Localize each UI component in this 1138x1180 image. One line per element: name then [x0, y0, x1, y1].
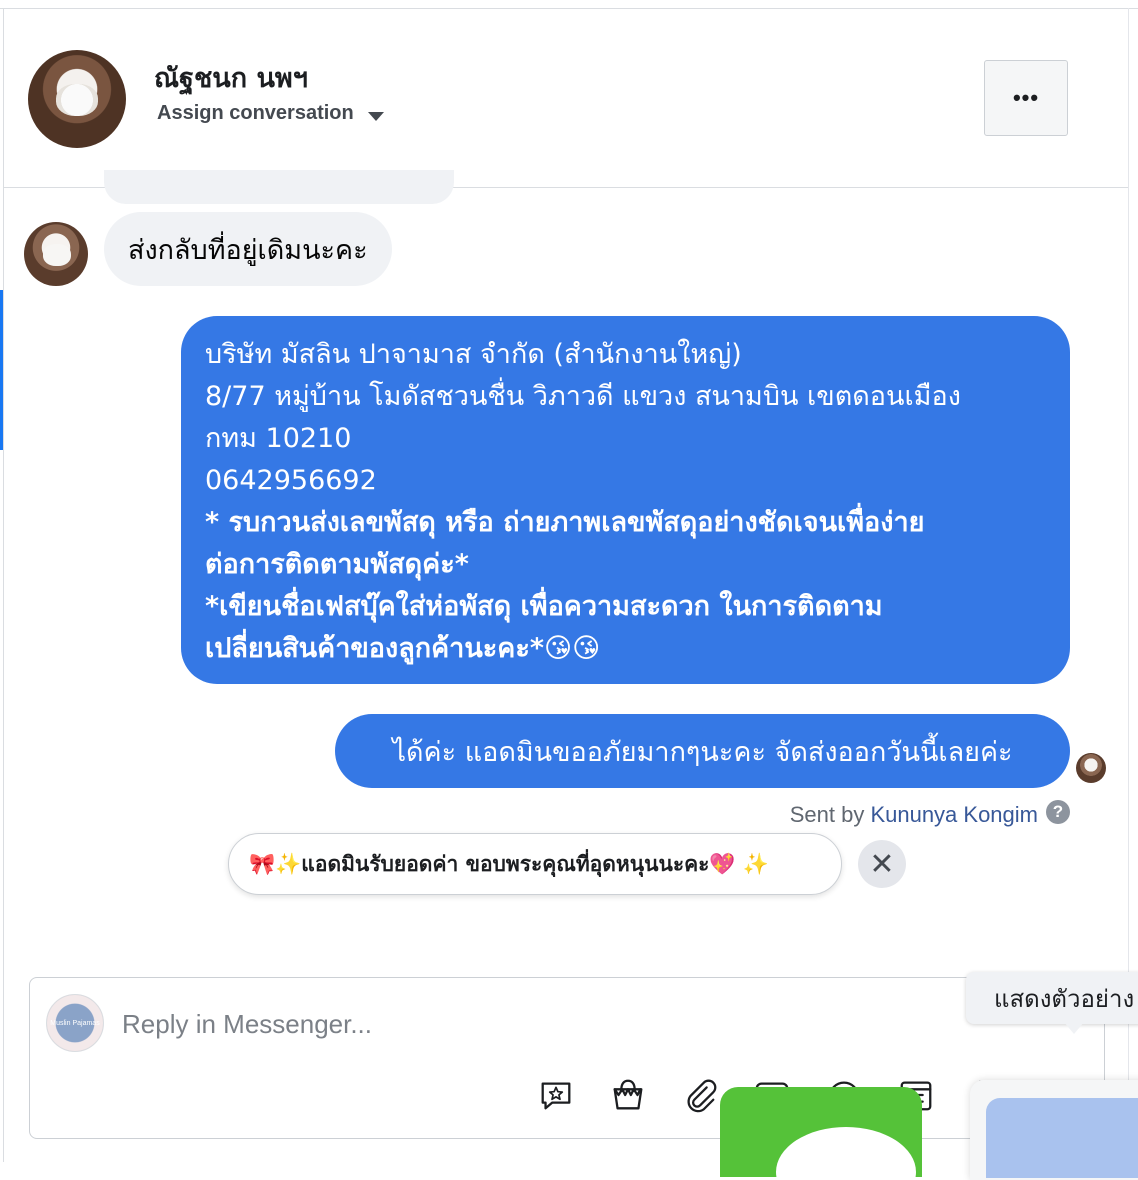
message-line: 8/77 หมู่บ้าน โมดัสชวนชื่น วิภาวดี แขวง …: [205, 381, 961, 412]
saved-reply-icon[interactable]: [536, 1073, 576, 1117]
message-line: * รบกวนส่งเลขพัสดุ หรือ ถ่ายภาพเลขพัสดุอ…: [205, 507, 925, 538]
attachment-icon[interactable]: [680, 1073, 720, 1117]
outgoing-message-bubble: บริษัท มัสลิน ปาจามาส จำกัด (สำนักงานใหญ…: [181, 316, 1070, 684]
active-accent-line: [0, 290, 3, 450]
sender-avatar: [24, 222, 88, 286]
reply-input[interactable]: [122, 1004, 822, 1044]
incoming-message-text: ส่งกลับที่อยู่เดิมนะคะ: [128, 234, 368, 266]
sent-by-name[interactable]: Kununya Kongim: [870, 802, 1038, 827]
message-line: *เขียนชื่อเฟสบุ๊คใส่ห่อพัสดุ เพื่อความสะ…: [205, 591, 883, 622]
close-icon[interactable]: ✕: [858, 840, 906, 888]
suggested-reply-text: 🎀✨แอดมินรับยอดค่า ขอบพระคุณที่อุดหนุนนะค…: [249, 851, 770, 876]
page-avatar: Muslin Pajamas: [46, 994, 104, 1052]
suggested-reply-chip[interactable]: 🎀✨แอดมินรับยอดค่า ขอบพระคุณที่อุดหนุนนะค…: [228, 833, 842, 895]
assign-conversation-label: Assign conversation: [157, 102, 354, 124]
outgoing-message-text: ได้ค่ะ แอดมินขออภัยมากๆนะคะ จัดส่งออกวัน…: [392, 736, 1013, 768]
conversation-header: ณัฐชนก นพฯ Assign conversation •••: [4, 9, 1128, 188]
incoming-message-bubble: ส่งกลับที่อยู่เดิมนะคะ: [104, 212, 392, 286]
shop-bag-icon[interactable]: [608, 1073, 648, 1117]
line-chat-widget[interactable]: [720, 1087, 922, 1177]
tooltip-text: แสดงตัวอย่าง: [994, 984, 1135, 1013]
message-line: 0642956692: [205, 465, 377, 496]
sent-by-prefix: Sent by: [789, 802, 871, 827]
message-line: ต่อการติดตามพัสดุค่ะ*: [205, 549, 469, 580]
message-line: บริษัท มัสลิน ปาจามาส จำกัด (สำนักงานใหญ…: [205, 339, 742, 370]
preview-tooltip: แสดงตัวอย่าง: [966, 972, 1138, 1024]
caret-down-icon: [367, 111, 384, 121]
contact-avatar[interactable]: [28, 50, 126, 148]
page-logo-text: Muslin Pajamas: [50, 1019, 100, 1027]
outgoing-message-bubble: ได้ค่ะ แอดมินขออภัยมากๆนะคะ จัดส่งออกวัน…: [335, 714, 1070, 788]
sent-by-label: Sent by Kununya Kongim: [790, 802, 1038, 828]
more-options-button[interactable]: •••: [984, 60, 1068, 136]
assign-conversation-dropdown[interactable]: Assign conversation: [157, 102, 384, 125]
message-line: กทม 10210: [205, 423, 352, 454]
previous-message-bubble: [104, 170, 454, 204]
help-icon[interactable]: ?: [1046, 800, 1070, 824]
preview-thumbnail: [986, 1098, 1138, 1178]
seen-avatar: [1076, 753, 1106, 783]
message-line: เปลี่ยนสินค้าของลูกค้านะคะ*😘😘: [205, 633, 601, 664]
tooltip-arrow: [1064, 1022, 1084, 1034]
contact-name[interactable]: ณัฐชนก นพฯ: [154, 56, 308, 99]
